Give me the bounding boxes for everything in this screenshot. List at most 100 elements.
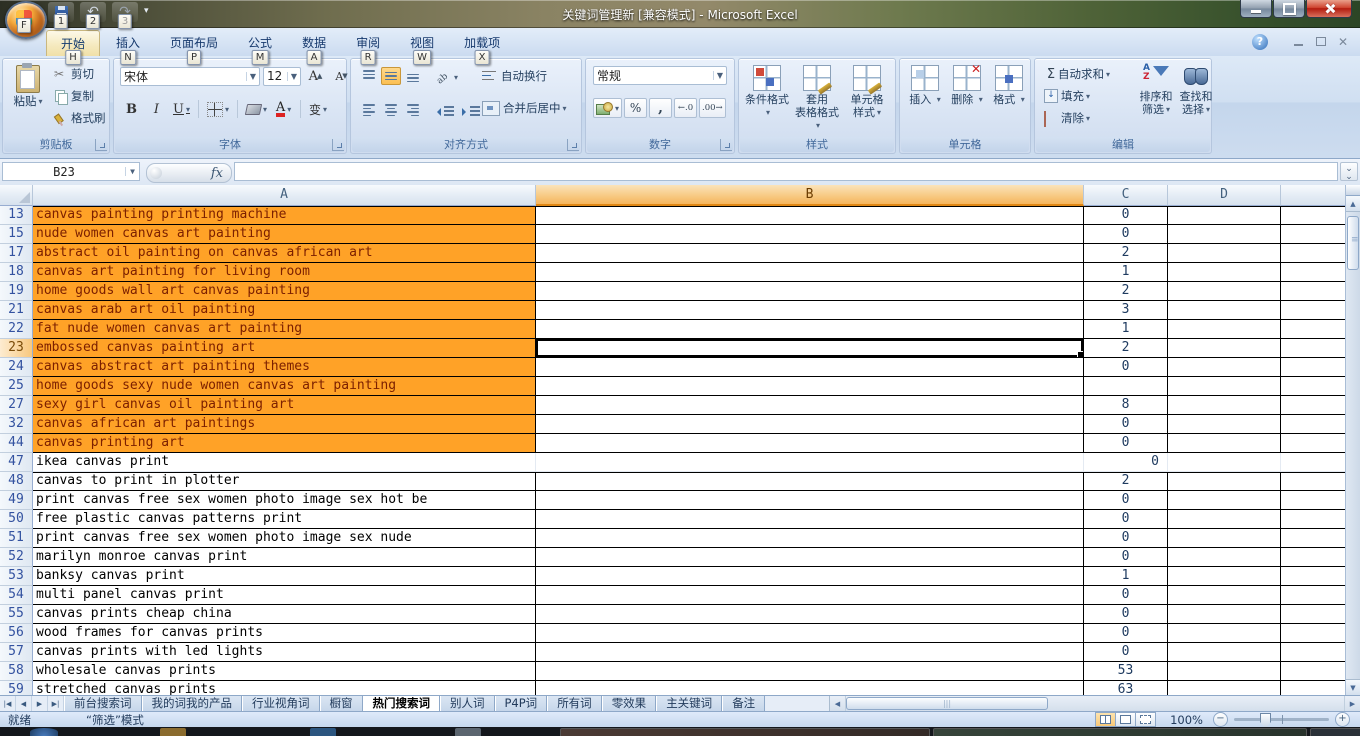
tab-页面布局[interactable]: 页面布局P [156, 30, 232, 56]
cell-c[interactable]: 1 [1084, 567, 1168, 586]
cell-e[interactable] [1281, 225, 1345, 244]
cell-a[interactable]: ikea canvas print [33, 453, 536, 472]
decrease-indent-button[interactable] [433, 101, 457, 121]
cell-a[interactable]: home goods wall art canvas painting [33, 282, 536, 301]
row-header[interactable]: 47 [0, 453, 33, 472]
row-header[interactable]: 48 [0, 472, 33, 491]
fill-button[interactable]: ↓填充 [1041, 87, 1113, 105]
alignment-dialog-launcher[interactable] [567, 139, 579, 151]
cell-d[interactable] [1168, 339, 1281, 358]
taskbar-icon[interactable] [455, 728, 481, 736]
cell-c[interactable]: 0 [1084, 491, 1168, 510]
cell-c[interactable]: 2 [1084, 282, 1168, 301]
cell-a[interactable]: nude women canvas art painting [33, 225, 536, 244]
cell-d[interactable] [1168, 548, 1281, 567]
tab-插入[interactable]: 插入N [102, 30, 154, 56]
column-header-e[interactable] [1281, 185, 1345, 206]
office-button[interactable]: F [5, 1, 47, 39]
cell-a[interactable]: canvas art painting for living room [33, 263, 536, 282]
scroll-right-arrow[interactable]: ▶ [1344, 696, 1360, 711]
cell-a[interactable]: canvas abstract art painting themes [33, 358, 536, 377]
cell-a[interactable]: wholesale canvas prints [33, 662, 536, 681]
cell-d[interactable] [1168, 624, 1281, 643]
font-dialog-launcher[interactable] [332, 139, 344, 151]
cell-b[interactable] [536, 586, 1084, 605]
cell-a[interactable]: marilyn monroe canvas print [33, 548, 536, 567]
cell-d[interactable] [1168, 358, 1281, 377]
cell-e[interactable] [1281, 643, 1345, 662]
borders-button[interactable] [204, 99, 232, 119]
sort-filter-button[interactable]: A Z 排序和 筛选 [1137, 64, 1175, 116]
cell-b[interactable] [536, 320, 1084, 339]
row-header[interactable]: 57 [0, 643, 33, 662]
row-header[interactable]: 49 [0, 491, 33, 510]
cell-b[interactable] [536, 434, 1084, 453]
expand-formula-bar-button[interactable]: ⌄⌄ [1340, 162, 1358, 181]
taskbar-button[interactable] [560, 728, 930, 736]
cell-b[interactable] [536, 472, 1084, 491]
align-center-button[interactable] [381, 101, 401, 119]
sheet-tab-P4P词[interactable]: P4P词 [495, 696, 548, 711]
cell-e[interactable] [1281, 301, 1345, 320]
cell-c[interactable]: 0 [1084, 453, 1168, 472]
zoom-out-button[interactable]: − [1213, 712, 1228, 727]
taskbar-icon[interactable] [160, 728, 186, 736]
cell-c[interactable]: 0 [1084, 586, 1168, 605]
phonetic-button[interactable]: 变 [306, 99, 330, 119]
increase-decimal-button[interactable]: ←.0 [674, 98, 697, 118]
cell-b[interactable] [536, 453, 1084, 472]
sheet-tab-主关键词[interactable]: 主关键词 [656, 696, 722, 711]
cell-e[interactable] [1281, 586, 1345, 605]
split-handle[interactable] [1346, 185, 1360, 196]
align-top-button[interactable] [359, 67, 379, 85]
cell-e[interactable] [1281, 681, 1345, 695]
vertical-scroll-thumb[interactable] [1347, 216, 1359, 270]
row-header[interactable]: 50 [0, 510, 33, 529]
cell-a[interactable]: print canvas free sex women photo image … [33, 491, 536, 510]
restore-button[interactable] [1273, 0, 1305, 18]
cell-e[interactable] [1281, 415, 1345, 434]
cell-a[interactable]: sexy girl canvas oil painting art [33, 396, 536, 415]
comma-style-button[interactable]: , [649, 98, 672, 118]
cell-d[interactable] [1168, 434, 1281, 453]
tab-数据[interactable]: 数据A [288, 30, 340, 56]
cell-e[interactable] [1281, 263, 1345, 282]
cell-c[interactable]: 0 [1084, 206, 1168, 225]
cell-d[interactable] [1168, 244, 1281, 263]
cell-d[interactable] [1168, 491, 1281, 510]
row-header[interactable]: 21 [0, 301, 33, 320]
prev-sheet-button[interactable]: ◀ [16, 696, 32, 711]
cell-b-selected[interactable] [536, 339, 1084, 358]
redo-button[interactable]: ↷3 [112, 2, 138, 22]
sheet-tab-热门搜索词[interactable]: 热门搜索词 [363, 696, 441, 711]
cell-c[interactable]: 0 [1084, 643, 1168, 662]
zoom-in-button[interactable]: + [1335, 712, 1350, 727]
cell-b[interactable] [536, 567, 1084, 586]
name-box-dropdown-icon[interactable]: ▼ [125, 167, 139, 176]
cell-c[interactable]: 63 [1084, 681, 1168, 695]
insert-function-button[interactable]: fx [146, 163, 232, 183]
cell-d[interactable] [1168, 472, 1281, 491]
undo-button[interactable]: ↶2 [80, 2, 106, 22]
cell-a[interactable]: multi panel canvas print [33, 586, 536, 605]
cell-d[interactable] [1168, 567, 1281, 586]
cell-b[interactable] [536, 510, 1084, 529]
row-header[interactable]: 56 [0, 624, 33, 643]
cell-a[interactable]: canvas african art paintings [33, 415, 536, 434]
copy-button[interactable]: 复制 [51, 87, 109, 105]
cell-b[interactable] [536, 301, 1084, 320]
format-painter-button[interactable]: 格式刷 [51, 109, 109, 127]
cell-a[interactable]: canvas prints with led lights [33, 643, 536, 662]
scroll-left-arrow[interactable]: ◀ [830, 696, 846, 711]
cell-e[interactable] [1281, 624, 1345, 643]
row-header[interactable]: 22 [0, 320, 33, 339]
cell-e[interactable] [1281, 244, 1345, 263]
cell-a[interactable]: canvas arab art oil painting [33, 301, 536, 320]
cell-e[interactable] [1281, 377, 1345, 396]
italic-button[interactable]: I [145, 99, 168, 119]
cell-d[interactable] [1168, 453, 1281, 472]
cell-d[interactable] [1168, 377, 1281, 396]
bold-button[interactable]: B [120, 99, 143, 119]
row-header[interactable]: 19 [0, 282, 33, 301]
cell-a[interactable]: free plastic canvas patterns print [33, 510, 536, 529]
